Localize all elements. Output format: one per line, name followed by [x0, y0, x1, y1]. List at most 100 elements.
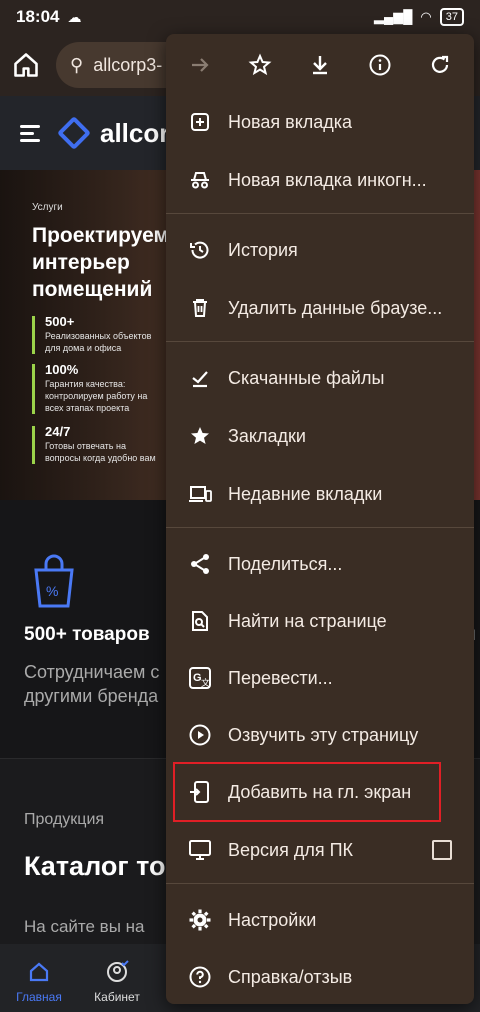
menu-divider — [166, 341, 474, 342]
menu-label: История — [228, 239, 298, 260]
hero-stat: 24/7 Готовы отвечать на вопросы когда уд… — [32, 424, 162, 464]
desktop-version-checkbox[interactable] — [432, 840, 452, 860]
share-icon — [188, 552, 212, 576]
status-time: 18:04 — [16, 7, 60, 26]
translate-icon: G文 — [188, 666, 212, 690]
menu-toolbar — [166, 34, 474, 96]
nav-account[interactable]: Кабинет — [78, 944, 156, 1012]
forward-button[interactable] — [180, 45, 220, 85]
menu-label: Найти на странице — [228, 610, 387, 631]
svg-text:文: 文 — [201, 677, 210, 688]
gear-icon — [188, 908, 212, 932]
menu-translate[interactable]: G文 Перевести... — [166, 652, 474, 704]
menu-history[interactable]: История — [166, 224, 474, 276]
menu-label: Поделиться... — [228, 553, 343, 574]
stat-text: Готовы отвечать на вопросы когда удобно … — [45, 441, 156, 463]
hero-tag: Услуги — [32, 202, 63, 213]
menu-desktop-version[interactable]: Версия для ПК — [166, 824, 474, 876]
menu-help[interactable]: Справка/отзыв — [166, 951, 474, 1003]
add-box-icon — [188, 110, 212, 134]
devices-icon — [188, 482, 212, 506]
menu-downloads[interactable]: Скачанные файлы — [166, 352, 474, 404]
menu-incognito[interactable]: Новая вкладка инкогн... — [166, 154, 474, 206]
hero-title: Проектируем интерьер помещений — [32, 224, 170, 301]
home-icon — [29, 962, 49, 982]
menu-add-to-home[interactable]: Добавить на гл. экран — [166, 766, 474, 818]
history-icon — [188, 238, 212, 262]
signal-icon: ▂▄▆█ — [373, 9, 413, 24]
menu-find[interactable]: Найти на странице — [166, 595, 474, 647]
stat-text: Гарантия качества: контролируем работу н… — [45, 379, 148, 413]
menu-label: Новая вкладка — [228, 111, 353, 132]
menu-clear-data[interactable]: Удалить данные браузе... — [166, 282, 474, 334]
menu-label: Удалить данные браузе... — [228, 297, 443, 318]
reload-button[interactable] — [420, 45, 460, 85]
menu-divider — [166, 213, 474, 214]
site-settings-icon[interactable]: ⚲ — [70, 55, 83, 76]
menu-share[interactable]: Поделиться... — [166, 538, 474, 590]
star-outline-icon — [248, 53, 272, 76]
menu-label: Скачанные файлы — [228, 367, 385, 388]
help-icon — [188, 965, 212, 989]
menu-label: Перевести... — [228, 667, 333, 688]
stat-value: 24/7 — [45, 424, 71, 439]
stat-value: 500+ — [45, 314, 75, 329]
cloud-icon: ☁ — [67, 8, 82, 25]
menu-label: Закладки — [228, 425, 306, 446]
hero-stat: 100% Гарантия качества: контролируем раб… — [32, 362, 152, 414]
menu-label: Настройки — [228, 909, 317, 930]
add-to-home-screen-icon — [188, 780, 212, 804]
logo-text: allcor — [100, 117, 170, 148]
home-icon — [14, 53, 38, 77]
menu-new-tab[interactable]: Новая вкладка — [166, 96, 474, 148]
info-button[interactable] — [360, 45, 400, 85]
menu-divider — [166, 883, 474, 884]
stat-text: Реализованных объектов для дома и офиса — [45, 331, 152, 353]
hero-stat: 500+ Реализованных объектов для дома и о… — [32, 314, 162, 354]
browser-overflow-menu: Новая вкладка Новая вкладка инкогн... Ис… — [166, 34, 474, 1004]
nav-label: Главная — [16, 990, 62, 1004]
download-done-icon — [188, 366, 212, 390]
menu-label: Справка/отзыв — [228, 966, 353, 987]
battery-indicator: 37 — [439, 8, 464, 26]
download-button[interactable] — [300, 45, 340, 85]
menu-label: Озвучить эту страницу — [228, 724, 419, 745]
nav-label: Кабинет — [94, 990, 140, 1004]
site-logo[interactable]: allcor — [57, 116, 170, 150]
menu-label: Новая вкладка инкогн... — [228, 169, 427, 190]
play-circle-icon — [188, 723, 212, 747]
status-bar: 18:04 ☁ ▂▄▆█ ◠ 37 — [0, 0, 480, 34]
catalog-title: Каталог то — [24, 851, 166, 881]
menu-settings[interactable]: Настройки — [166, 894, 474, 946]
menu-recent-tabs[interactable]: Недавние вкладки — [166, 468, 474, 520]
logo-mark-icon — [57, 116, 91, 150]
star-icon — [188, 424, 212, 448]
incognito-icon — [188, 168, 212, 192]
desktop-icon — [188, 838, 212, 862]
home-button[interactable] — [12, 51, 40, 79]
arrow-forward-icon — [192, 58, 209, 72]
trash-icon — [188, 296, 212, 320]
nav-home[interactable]: Главная — [0, 944, 78, 1012]
wifi-icon: ◠ — [420, 9, 432, 24]
reload-icon — [431, 55, 449, 73]
stat-value: 100% — [45, 362, 79, 377]
download-icon — [313, 56, 327, 75]
menu-read-aloud[interactable]: Озвучить эту страницу — [166, 709, 474, 761]
svg-text:%: % — [46, 583, 58, 599]
catalog-desc: На сайте вы на — [24, 917, 145, 936]
find-in-page-icon — [188, 609, 212, 633]
shopping-bag-icon: % — [24, 550, 84, 615]
info-icon — [369, 54, 391, 76]
menu-label: Версия для ПК — [228, 839, 354, 860]
menu-divider — [166, 527, 474, 528]
account-icon — [107, 960, 129, 982]
url-text: allcorp3- — [93, 54, 163, 75]
catalog-eyebrow: Продукция — [24, 811, 105, 828]
menu-label: Добавить на гл. экран — [228, 781, 412, 802]
menu-icon[interactable] — [20, 121, 40, 146]
bookmark-button[interactable] — [240, 45, 280, 85]
menu-label: Недавние вкладки — [228, 483, 383, 504]
feature-desc: Сотрудничаем с другими бренда — [24, 662, 160, 706]
menu-bookmarks[interactable]: Закладки — [166, 410, 474, 462]
